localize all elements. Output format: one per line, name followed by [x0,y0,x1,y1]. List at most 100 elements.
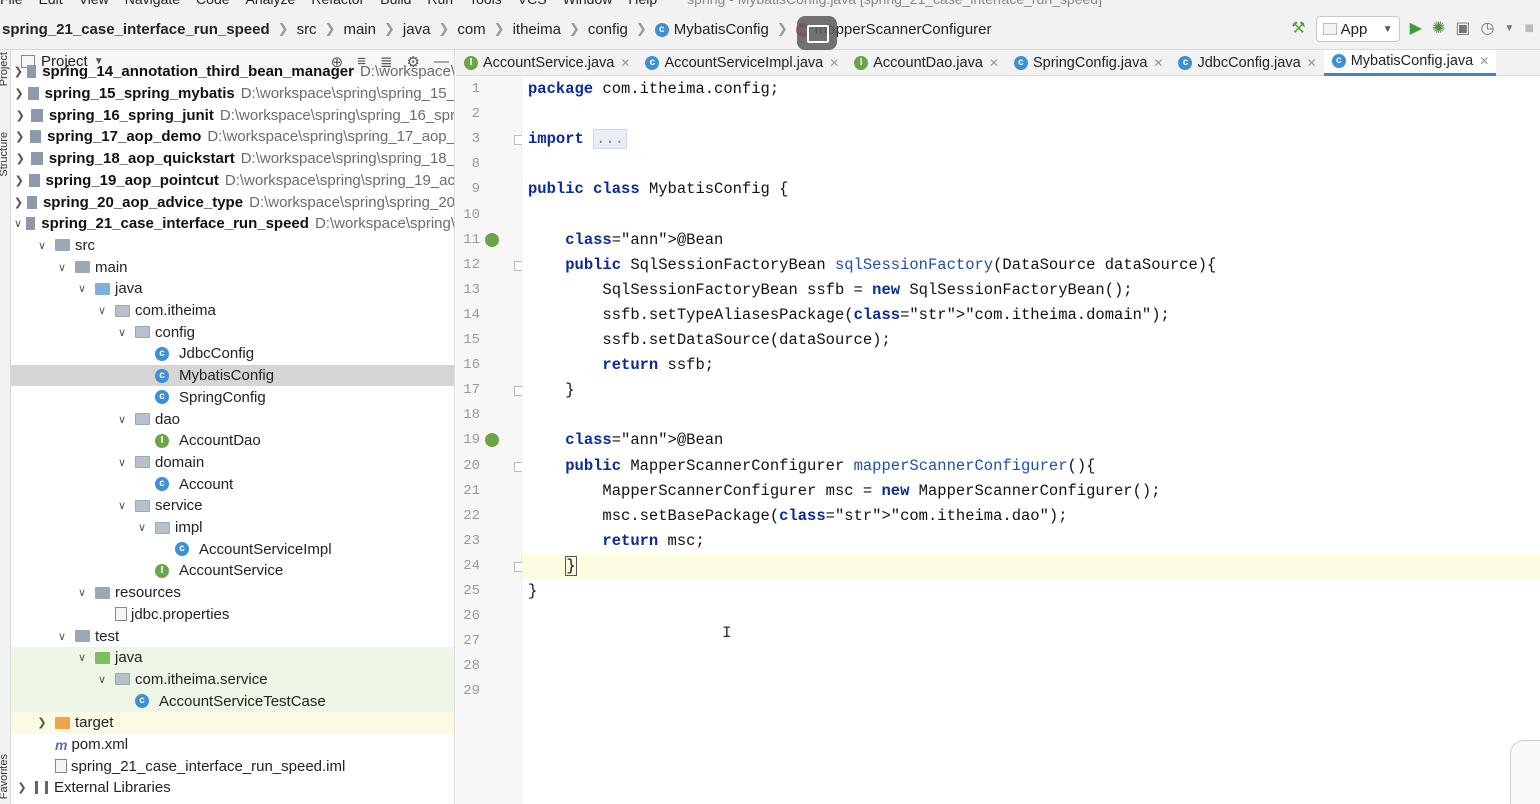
tree-item[interactable]: ∨ domain [11,452,454,474]
menu-item[interactable]: Code [188,0,237,7]
chevron-down-icon[interactable]: ∨ [75,282,89,295]
editor-tab[interactable]: c JdbcConfig.java ✕ [1170,50,1323,76]
close-icon[interactable]: ✕ [1153,56,1163,70]
close-icon[interactable]: ✕ [989,56,999,70]
menu-item[interactable]: Analyze [238,0,304,7]
tree-item[interactable]: ∨ impl [11,517,454,539]
close-icon[interactable]: ✕ [829,56,839,70]
tree-item[interactable]: ❯ External Libraries [11,777,454,799]
code-editor[interactable]: package com.itheima.config; import ... pub… [522,77,1540,804]
chevron-down-icon[interactable]: ∨ [115,456,129,469]
hammer-icon[interactable]: ⚒ [1291,21,1305,37]
tree-item[interactable]: ❯ spring_14_annotation_third_bean_manager… [11,61,454,83]
menu-item[interactable]: Tools [461,0,510,7]
close-icon[interactable]: ✕ [1307,56,1317,70]
coverage-icon[interactable]: ▣ [1455,21,1470,37]
favorites-tool-label[interactable]: Favorites [0,754,10,799]
tree-item[interactable]: c SpringConfig [11,387,454,409]
breadcrumb-item[interactable]: itheima [513,21,561,38]
chevron-down-icon[interactable]: ∨ [35,239,49,252]
tree-item[interactable]: jdbc.properties [11,604,454,626]
breadcrumb-item[interactable]: c MybatisConfig [654,21,769,38]
breadcrumb-item[interactable]: main [343,21,376,38]
tree-item[interactable]: ❯ spring_15_spring_mybatis D:\workspace\sp… [11,83,454,105]
tree-item[interactable]: I AccountDao [11,430,454,452]
editor-tab[interactable]: c AccountServiceImpl.java ✕ [637,50,846,76]
breadcrumb-item[interactable]: java [403,21,431,38]
menu-item[interactable]: View [71,0,117,7]
tree-item[interactable]: ∨ main [11,256,454,278]
tree-item[interactable]: ❯ spring_18_aop_quickstart D:\workspace\sp… [11,148,454,170]
chevron-right-icon[interactable]: ❯ [14,130,25,143]
tree-item[interactable]: m pom.xml [11,734,454,756]
scroll-indicator[interactable] [1510,740,1540,804]
tree-item[interactable]: I AccountService [11,560,454,582]
chevron-down-icon[interactable]: ∨ [95,673,109,686]
structure-tool-label[interactable]: Structure [0,132,10,177]
tree-item[interactable]: ∨ spring_21_case_interface_run_speed D:\wo… [11,213,454,235]
bean-icon[interactable] [485,433,499,448]
menu-item[interactable]: Edit [31,0,71,7]
chevron-down-icon[interactable]: ∨ [14,217,23,230]
menu-item[interactable]: Navigate [117,0,188,7]
close-icon[interactable]: ✕ [620,56,630,70]
menu-item[interactable]: Help [620,0,665,7]
tree-item[interactable]: ∨ config [11,321,454,343]
chevron-down-icon[interactable]: ∨ [115,499,129,512]
tree-item[interactable]: ❯ spring_19_aop_pointcut D:\workspace\spri… [11,170,454,192]
editor-tab[interactable]: I AccountService.java ✕ [456,50,637,76]
stop-icon[interactable]: ■ [1524,21,1534,37]
chevron-right-icon[interactable]: ❯ [15,781,29,794]
menu-item[interactable]: Run [419,0,461,7]
tree-item[interactable]: ❯ spring_17_aop_demo D:\workspace\spring\s… [11,126,454,148]
tree-item[interactable]: ❯ target [11,712,454,734]
tree-item[interactable]: ❯ spring_20_aop_advice_type D:\workspace\s… [11,191,454,213]
run-config-select[interactable]: App ▼ [1315,16,1400,42]
run-icon[interactable]: ▶ [1410,21,1422,37]
editor-tab[interactable]: c MybatisConfig.java ✕ [1323,49,1497,76]
tree-item[interactable]: c AccountServiceImpl [11,538,454,560]
tree-item[interactable]: ❯ spring_16_spring_junit D:\workspace\spri… [11,104,454,126]
chevron-down-icon[interactable]: ∨ [115,326,129,339]
menu-item[interactable]: Build [372,0,419,7]
tree-item[interactable]: c JdbcConfig [11,343,454,365]
chevron-right-icon[interactable]: ❯ [14,87,24,100]
editor-tab[interactable]: I AccountDao.java ✕ [846,50,1006,76]
tree-item[interactable]: ∨ test [11,625,454,647]
tree-item[interactable]: spring_21_case_interface_run_speed.iml [11,755,454,777]
tree-item[interactable]: ∨ java [11,278,454,300]
chevron-down-icon[interactable]: ∨ [55,261,69,274]
tree-item[interactable]: ∨ dao [11,408,454,430]
breadcrumb-item[interactable]: spring_21_case_interface_run_speed [2,21,270,38]
menu-item[interactable]: Window [555,0,621,7]
chevron-down-icon[interactable]: ∨ [75,586,89,599]
tree-item[interactable]: ∨ resources [11,582,454,604]
chevron-down-icon[interactable]: ∨ [135,521,149,534]
close-icon[interactable]: ✕ [1479,54,1489,68]
breadcrumb-item[interactable]: config [588,21,628,38]
chevron-right-icon[interactable]: ❯ [14,65,23,78]
screen-overlay-button[interactable] [797,16,837,50]
chevron-down-icon[interactable]: ∨ [115,413,129,426]
chevron-right-icon[interactable]: ❯ [14,109,26,122]
chevron-down-icon[interactable]: ∨ [75,651,89,664]
more-actions-icon[interactable]: ▼ [1504,21,1514,37]
chevron-right-icon[interactable]: ❯ [14,196,24,209]
tree-item[interactable]: c MybatisConfig [11,364,454,387]
tree-item[interactable]: ∨ java [11,646,454,669]
breadcrumb-item[interactable]: src [297,21,317,38]
tree-item[interactable]: c Account [11,473,454,495]
tree-item[interactable]: ∨ service [11,495,454,517]
editor-tab[interactable]: c SpringConfig.java ✕ [1006,50,1171,76]
menu-item[interactable]: Refactor [303,0,372,7]
chevron-down-icon[interactable]: ∨ [55,630,69,643]
chevron-right-icon[interactable]: ❯ [14,174,25,187]
chevron-right-icon[interactable]: ❯ [14,152,26,165]
menu-item[interactable]: VCS [510,0,555,7]
tree-item[interactable]: c AccountServiceTestCase [11,690,454,712]
chevron-down-icon[interactable]: ∨ [95,304,109,317]
project-tool-label[interactable]: Project [0,52,10,86]
tree-item[interactable]: ∨ com.itheima.service [11,668,454,691]
menu-item[interactable]: File [0,0,31,7]
debug-icon[interactable]: ✺ [1432,21,1445,37]
